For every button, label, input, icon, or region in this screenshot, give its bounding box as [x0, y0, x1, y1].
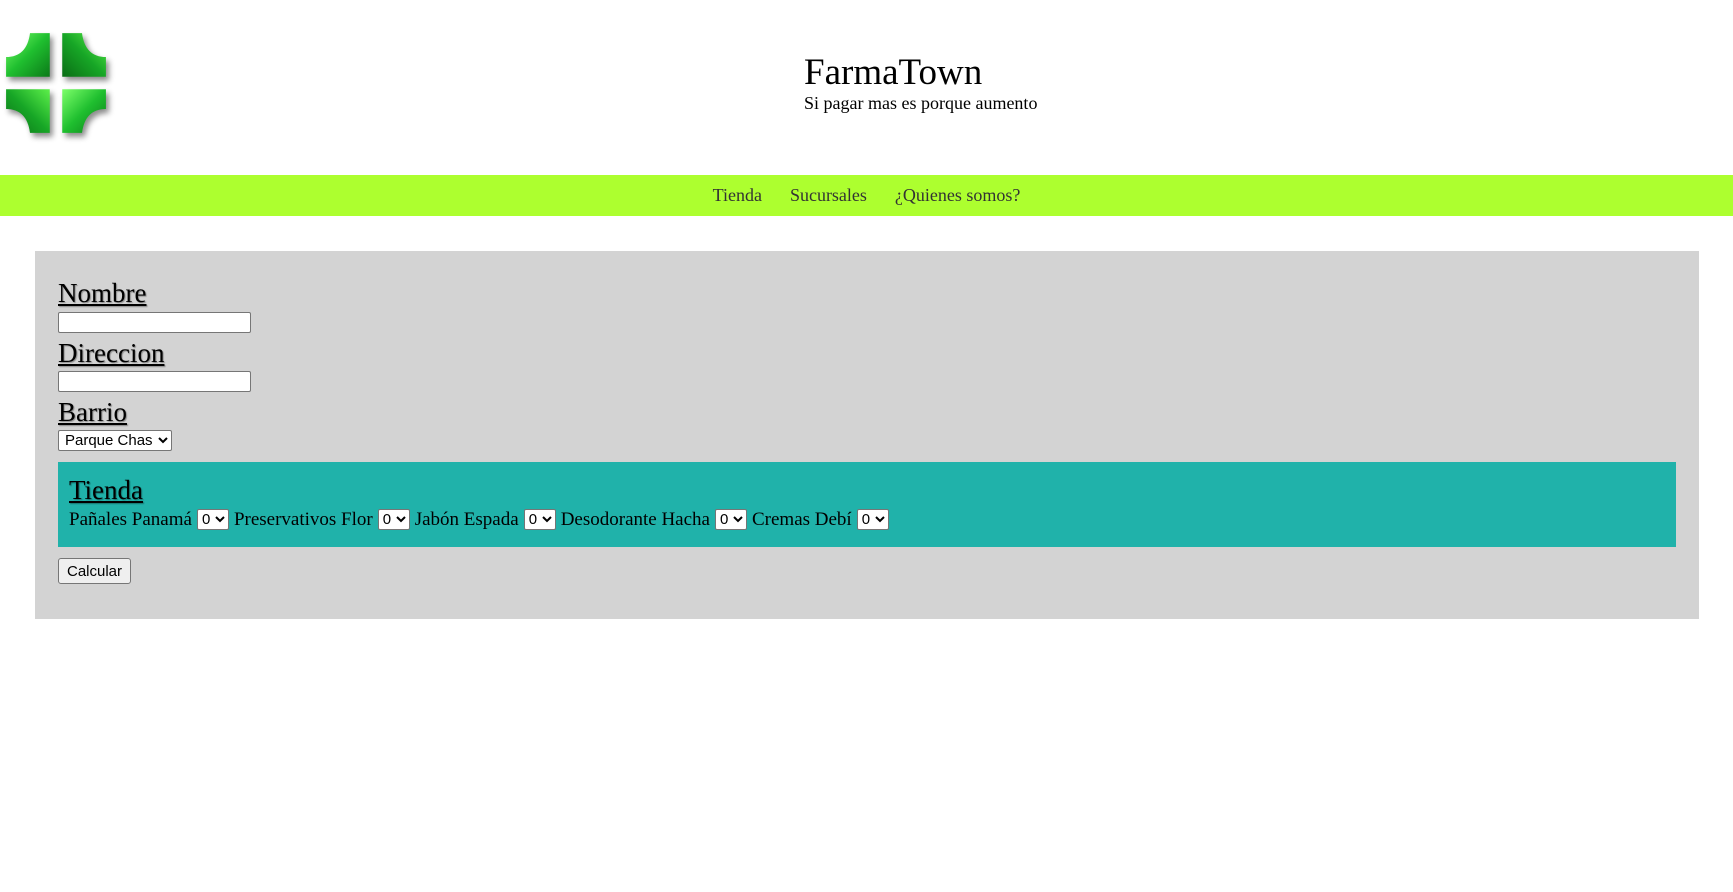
calcular-button[interactable]: Calcular [58, 558, 132, 585]
nav-link-tienda[interactable]: Tienda [713, 185, 762, 206]
product-label: Cremas Debí [751, 508, 852, 530]
product-label: Pañales Panamá [69, 508, 192, 530]
brand: FarmaTown Si pagar mas es porque aumento [804, 52, 1038, 113]
site-subtitle: Si pagar mas es porque aumento [804, 92, 1038, 113]
product-label: Preservativos Flor [233, 508, 373, 530]
direccion-label: Direccion [58, 337, 165, 368]
page-header: FarmaTown Si pagar mas es porque aumento [0, 0, 1733, 175]
tienda-section: Tienda Pañales Panamá 0 Preservativos Fl… [58, 462, 1676, 548]
tienda-title: Tienda [69, 475, 144, 506]
product-list: Pañales Panamá 0 Preservativos Flor 0 Ja… [69, 509, 1665, 531]
product-qty-select[interactable]: 0 [856, 509, 889, 531]
barrio-label: Barrio [58, 397, 127, 428]
direccion-input[interactable] [58, 371, 251, 393]
order-form-panel: Nombre Direccion Barrio Parque Chas Tien… [35, 251, 1699, 619]
order-form: Nombre Direccion Barrio Parque Chas Tien… [58, 278, 1676, 585]
site-title: FarmaTown [804, 52, 983, 93]
product-qty-select[interactable]: 0 [523, 509, 556, 531]
barrio-select[interactable]: Parque Chas [58, 430, 172, 452]
nombre-input[interactable] [58, 311, 251, 333]
main-nav: Tienda Sucursales ¿Quienes somos? [0, 175, 1733, 216]
product-label: Jabón Espada [414, 508, 519, 530]
product-qty-select[interactable]: 0 [714, 509, 747, 531]
pharmacy-cross-icon [6, 33, 106, 133]
product-qty-select[interactable]: 0 [377, 509, 410, 531]
product-label: Desodorante Hacha [560, 508, 710, 530]
nav-link-sucursales[interactable]: Sucursales [790, 185, 867, 206]
product-qty-select[interactable]: 0 [196, 509, 229, 531]
nombre-label: Nombre [58, 278, 147, 308]
nav-link-quienes-somos[interactable]: ¿Quienes somos? [895, 185, 1020, 206]
